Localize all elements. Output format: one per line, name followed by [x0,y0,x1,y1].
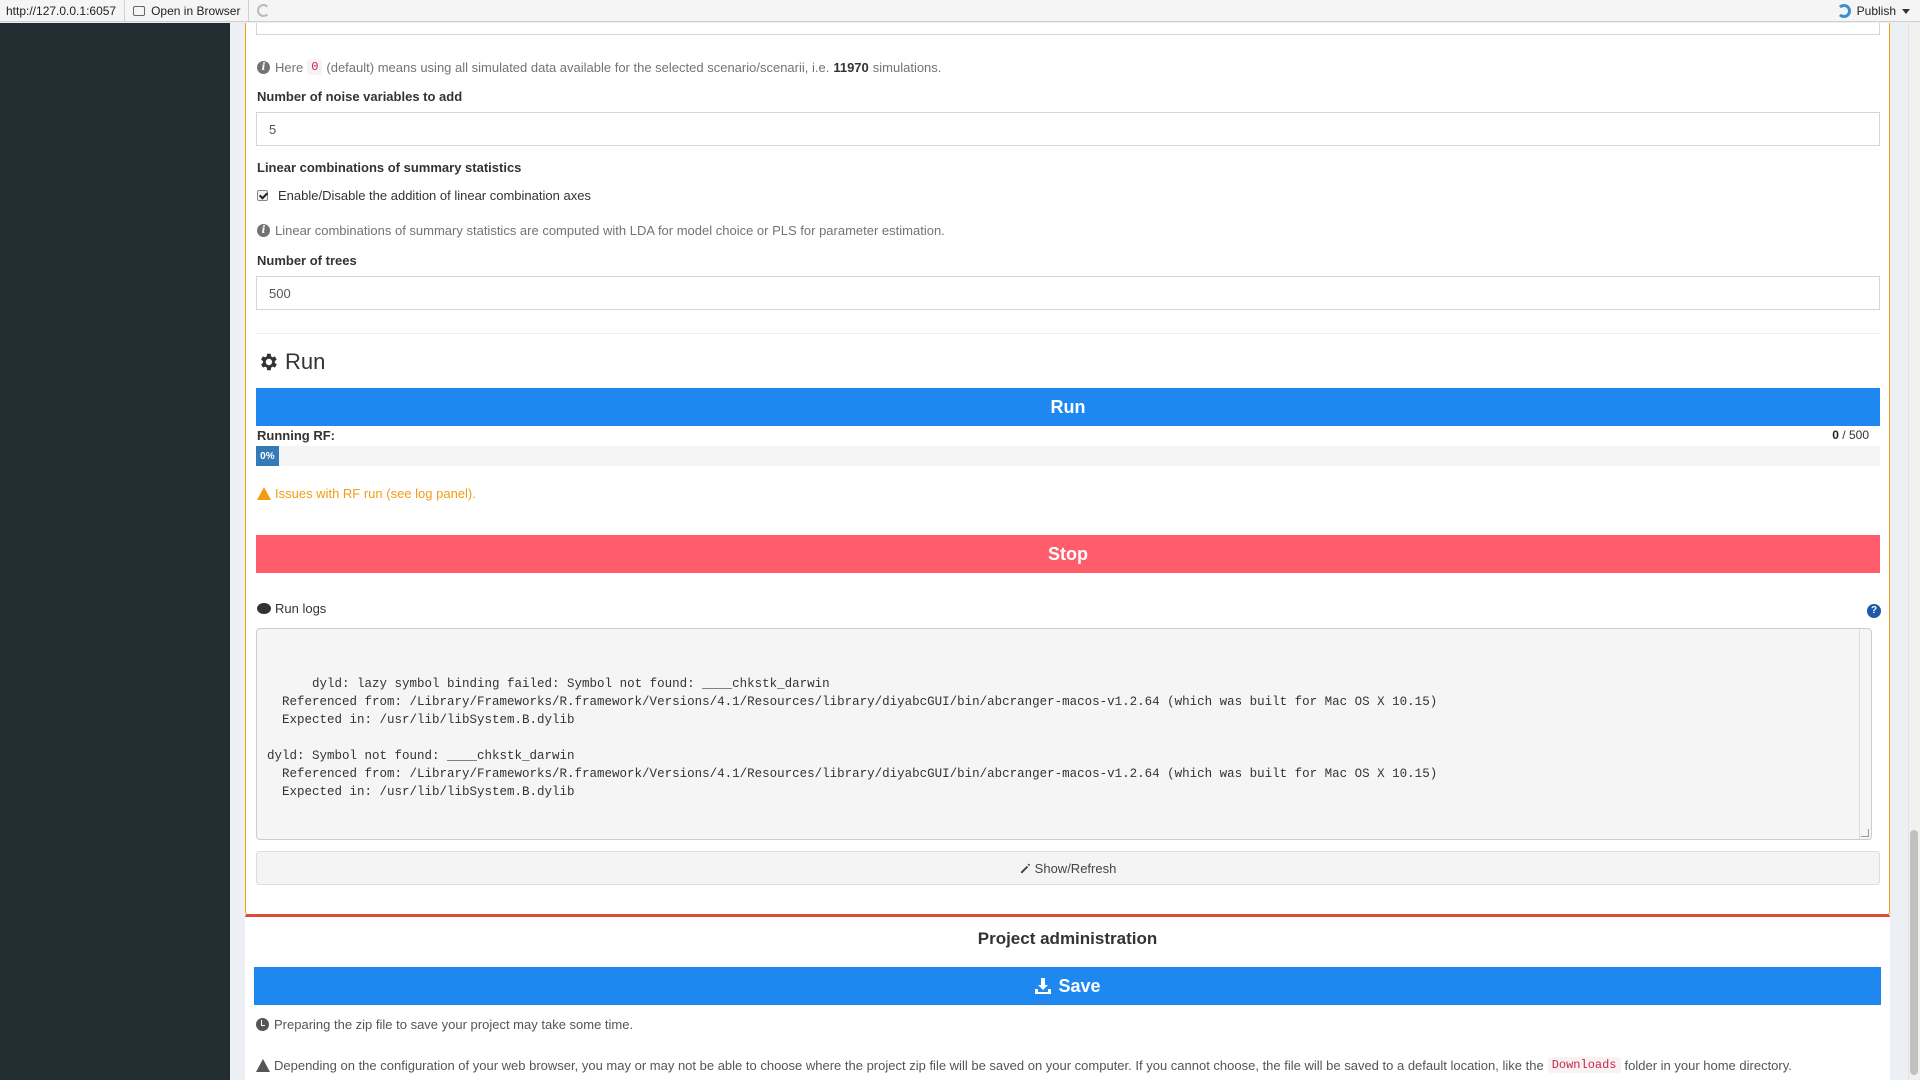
progress-fill: 0% [256,446,279,466]
download-icon [1035,978,1052,994]
pencil-icon [1020,863,1030,873]
page-scrollbar-thumb[interactable] [1910,830,1918,1075]
sidebar [0,23,230,1080]
lincomb-checkbox[interactable] [257,190,268,201]
noise-label: Number of noise variables to add [257,89,463,104]
progress-bar: 0% [256,446,1880,466]
open-in-browser-button[interactable]: Open in Browser [125,0,250,21]
lincomb-help: i Linear combinations of summary statist… [257,223,945,238]
log-text: dyld: lazy symbol binding failed: Symbol… [267,677,1438,799]
project-admin-title: Project administration [977,929,1158,948]
gear-icon [261,353,277,371]
main-content: 1000 i Here 0 (default) means using all … [230,23,1908,1080]
info-icon: i [257,60,270,74]
warning-icon [257,487,271,500]
publish-button[interactable]: Publish [1836,0,1910,22]
rf-warning: Issues with RF run (see log panel). [257,486,476,501]
noise-input[interactable]: 5 [256,112,1880,146]
progress-count: 0 / 500 [1832,428,1869,442]
run-logs-title: Run logs [257,601,326,616]
stop-button[interactable]: Stop [256,535,1880,573]
open-in-browser-label: Open in Browser [151,3,241,18]
help-icon[interactable]: ? [1867,604,1881,618]
url-display: http://127.0.0.1:6057 [0,0,126,21]
lincomb-label: Linear combinations of summary statistic… [257,160,522,175]
divider [256,333,1880,334]
viewer-toolbar: http://127.0.0.1:6057 Open in Browser Pu… [0,0,1920,22]
publish-icon [1836,4,1851,18]
run-section-title: Run [257,349,325,375]
simulations-input[interactable]: 1000 [256,23,1880,35]
browser-note: Depending on the configuration of your w… [256,1057,1792,1073]
save-button[interactable]: Save [254,967,1881,1005]
browser-window-icon [133,5,146,16]
warning-icon [256,1058,270,1072]
run-button[interactable]: Run [256,388,1880,426]
run-log-output[interactable]: dyld: lazy symbol binding failed: Symbol… [256,628,1872,840]
lincomb-checkbox-row[interactable]: Enable/Disable the addition of linear co… [257,188,591,203]
info-icon: i [257,224,270,237]
zip-note: Preparing the zip file to save your proj… [256,1017,633,1032]
progress-label: Running RF: [257,428,335,443]
trees-label: Number of trees [257,253,357,268]
resize-handle-icon[interactable] [1861,829,1869,837]
comment-icon [257,603,271,614]
publish-label: Publish [1856,4,1896,18]
clock-icon [256,1018,269,1031]
trees-input[interactable]: 500 [256,276,1880,310]
simulations-help: i Here 0 (default) means using all simul… [257,59,941,75]
chevron-down-icon [1902,8,1910,14]
refresh-icon[interactable] [257,4,271,17]
show-refresh-button[interactable]: Show/Refresh [256,851,1880,885]
log-scrollbar[interactable] [1859,629,1871,839]
analysis-box: 1000 i Here 0 (default) means using all … [245,23,1890,915]
project-admin-box: Project administration Save Preparing th… [245,914,1890,1080]
